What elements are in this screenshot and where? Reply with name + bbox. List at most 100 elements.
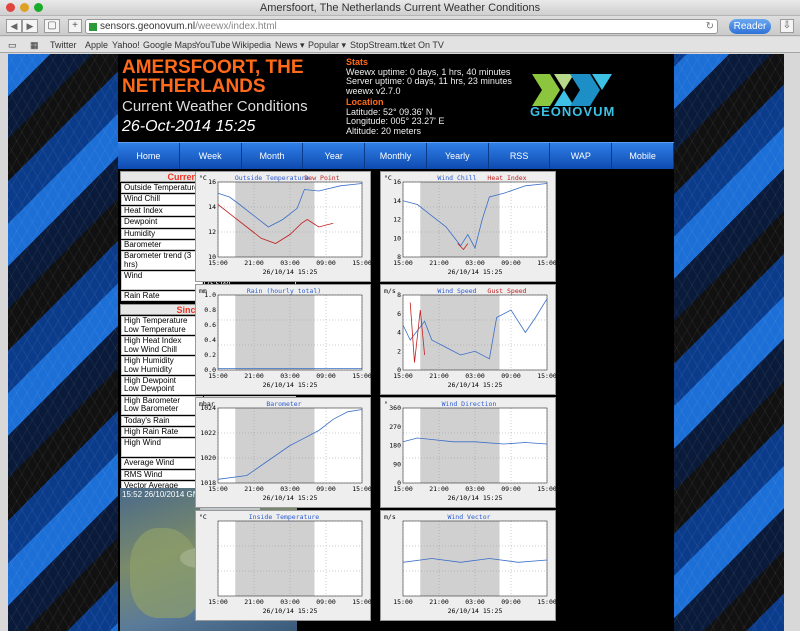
x-tick-label: 21:00 (429, 598, 449, 606)
weather-plot[interactable]: ° Wind Direction 360 270 180 90 0 15:00 21:00 03:… (380, 397, 557, 508)
site-header: AMERSFOORT, THE NETHERLANDS Current Weat… (118, 54, 674, 142)
x-tick-label: 21:00 (244, 372, 264, 380)
x-tick-label: 03:00 (465, 372, 485, 380)
y-tick-label: 14 (393, 197, 401, 205)
browser-toolbar: ◀ ▶ ▢ + sensors.geonovum.nl/weewx/index.… (0, 16, 800, 36)
x-tick-label: 15:00 (393, 598, 413, 606)
weather-plot[interactable]: °C Outside Temperature Dew Point 16 14 12 10 15… (195, 171, 372, 282)
zoom-icon[interactable] (34, 3, 43, 12)
plot-title: Wind Vector (447, 513, 490, 521)
weather-plot[interactable]: mbar Barometer 1024 1022 1020 1018 15:00 21:00 0… (195, 397, 372, 508)
url-path: /weewx/index.html (195, 21, 277, 32)
plot-unit: °C (384, 174, 392, 182)
plot-title-secondary: Dew Point (304, 174, 339, 182)
x-tick-label: 09:00 (316, 259, 336, 267)
plot-title-secondary: Gust Speed (487, 287, 526, 295)
condition-label: High Wind (121, 438, 203, 458)
bookmark-item[interactable]: StopStream.tv (350, 37, 407, 53)
bookmark-item[interactable]: YouTube (195, 37, 230, 53)
plot-unit: °C (199, 174, 207, 182)
y-tick-label: 4 (397, 329, 401, 337)
nav-wap[interactable]: WAP (550, 143, 613, 169)
plot-title-secondary: Heat Index (487, 174, 526, 182)
url-field[interactable]: sensors.geonovum.nl/weewx/index.html ↻ (85, 19, 718, 34)
plot-title: Inside Temperature (249, 513, 320, 521)
weather-plot[interactable]: °C Wind Chill Heat Index 16 14 12 10 8 15:00 21:0… (380, 171, 557, 282)
condition-label: Barometer trend (3 hrs) (121, 251, 203, 271)
bookmarks-bar: ▭ ▦ Twitter Apple Yahoo! Google Maps You… (0, 37, 800, 53)
condition-label: High Humidity Low Humidity (121, 356, 203, 375)
forward-icon[interactable]: ▶ (22, 19, 38, 33)
nav-monthly[interactable]: Monthly (365, 143, 427, 169)
current-date: 26-Oct-2014 15:25 (122, 118, 256, 135)
bookmark-item[interactable]: Let On TV (403, 37, 444, 53)
condition-label: High Barometer Low Barometer (121, 395, 203, 415)
bookmark-item[interactable]: Google Maps (143, 37, 197, 53)
weewx-version: weewx v2.7.0 (346, 85, 401, 96)
window-controls[interactable] (6, 3, 43, 12)
bookmark-item[interactable]: News ▾ (275, 37, 305, 53)
condition-label: High Temperature Low Temperature (121, 316, 203, 336)
plot-date: 26/10/14 15:25 (448, 381, 503, 389)
logo-text: GEONOVUM (530, 104, 616, 119)
x-tick-label: 09:00 (316, 485, 336, 493)
station-title: AMERSFOORT, THE NETHERLANDS (122, 57, 304, 97)
condition-label: Outside Temperature (121, 183, 203, 194)
radar-timestamp: 15:52 26/10/2014 GMT (122, 490, 205, 499)
back-icon[interactable]: ◀ (6, 19, 22, 33)
share-icon[interactable]: ▢ (44, 19, 60, 33)
nav-mobile[interactable]: Mobile (612, 143, 675, 169)
reader-button[interactable]: Reader (729, 19, 771, 34)
y-tick-label: 10 (393, 234, 401, 242)
x-tick-label: 15:00 (537, 485, 557, 493)
x-tick-label: 15:00 (352, 485, 372, 493)
plot-unit: m/s (384, 287, 396, 295)
web-page: AMERSFOORT, THE NETHERLANDS Current Weat… (8, 54, 784, 631)
x-tick-label: 21:00 (429, 259, 449, 267)
station-stats: Stats Weewx uptime: 0 days, 1 hrs, 40 mi… (346, 57, 512, 136)
bookmark-item[interactable]: Apple (85, 37, 108, 53)
bookmarks-grid-icon[interactable]: ▦ (30, 37, 39, 53)
bookmark-item[interactable]: Wikipedia (232, 37, 271, 53)
reload-icon[interactable]: ↻ (706, 20, 714, 33)
y-tick-label: 180 (389, 442, 401, 450)
nav-home[interactable]: Home (118, 143, 180, 169)
weather-plot[interactable]: mm Rain (hourly total) 1.0 0.8 0.6 0.4 0.2 0.0 1… (195, 284, 372, 395)
downloads-icon[interactable]: ⇩ (780, 19, 794, 33)
weather-plot[interactable]: m/s Wind Vector 15:00 21:00 03:00 09:00 15:00 2… (380, 510, 557, 621)
bookmark-item[interactable]: Popular ▾ (308, 37, 346, 53)
x-tick-label: 21:00 (429, 372, 449, 380)
x-tick-label: 15:00 (208, 598, 228, 606)
close-icon[interactable] (6, 3, 15, 12)
plot-date: 26/10/14 15:25 (448, 494, 503, 502)
x-tick-label: 03:00 (465, 485, 485, 493)
x-tick-label: 09:00 (501, 598, 521, 606)
weather-plot[interactable]: °C Inside Temperature 15:00 21:00 03:00 09:00… (195, 510, 372, 621)
y-tick-label: 0.2 (204, 351, 216, 359)
plot-date: 26/10/14 15:25 (263, 494, 318, 502)
reading-list-icon[interactable]: ▭ (8, 37, 17, 53)
favicon-icon (89, 23, 97, 31)
x-tick-label: 21:00 (244, 485, 264, 493)
x-tick-label: 15:00 (352, 372, 372, 380)
x-tick-label: 15:00 (208, 485, 228, 493)
minimize-icon[interactable] (20, 3, 29, 12)
x-tick-label: 15:00 (352, 598, 372, 606)
nav-yearly[interactable]: Yearly (427, 143, 489, 169)
plot-date: 26/10/14 15:25 (448, 268, 503, 276)
condition-label: Today's Rain (121, 415, 203, 426)
x-tick-label: 03:00 (280, 259, 300, 267)
condition-label: Humidity (121, 228, 203, 240)
nav-rss[interactable]: RSS (489, 143, 551, 169)
bookmark-item[interactable]: Twitter (50, 37, 77, 53)
condition-label: Dewpoint (121, 217, 203, 228)
new-tab-icon[interactable]: + (68, 19, 82, 33)
x-tick-label: 15:00 (537, 598, 557, 606)
weather-plot[interactable]: m/s Wind Speed Gust Speed 8 6 4 2 0 15:00 21:00 03… (380, 284, 557, 395)
content-column: AMERSFOORT, THE NETHERLANDS Current Weat… (118, 54, 675, 631)
y-tick-label: 1022 (200, 429, 216, 437)
nav-week[interactable]: Week (180, 143, 242, 169)
nav-month[interactable]: Month (242, 143, 304, 169)
bookmark-item[interactable]: Yahoo! (112, 37, 140, 53)
nav-year[interactable]: Year (303, 143, 366, 169)
